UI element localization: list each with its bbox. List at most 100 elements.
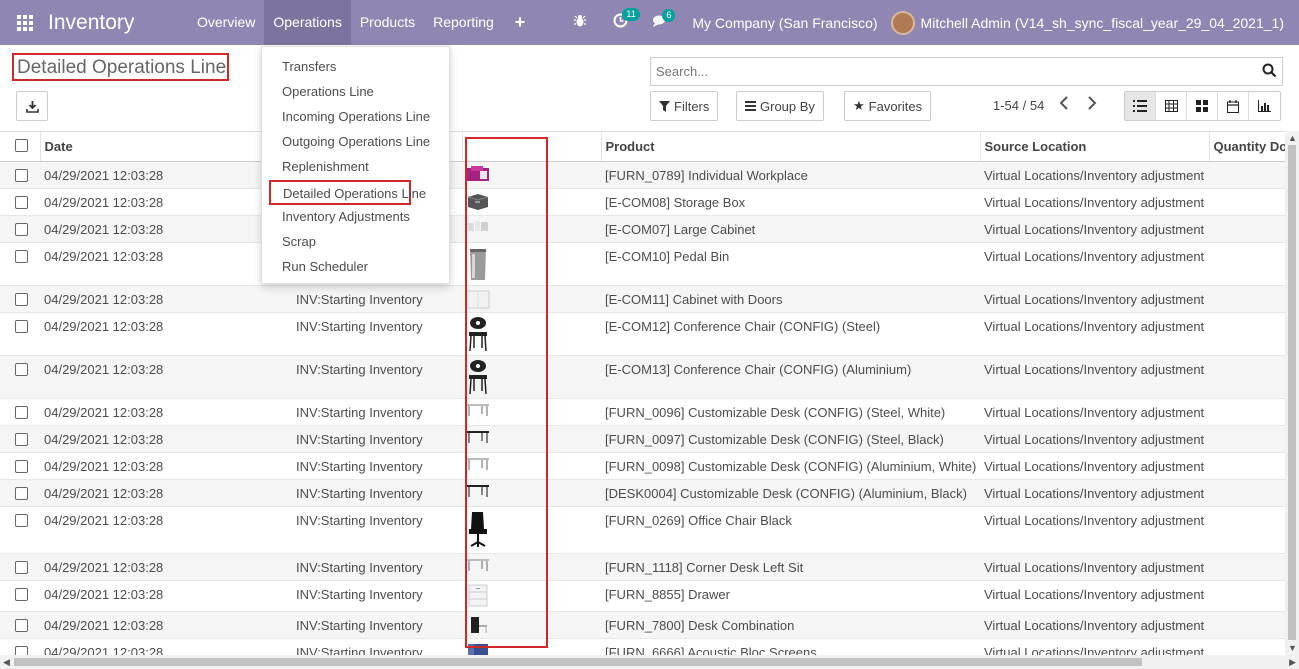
table-row[interactable]: 04/29/2021 12:03:28INV:Starting Inventor… — [0, 311, 1285, 355]
table-row[interactable]: 04/29/2021 12:03:28INV:Starting Inventor… — [0, 637, 1285, 655]
row-checkbox[interactable] — [15, 486, 28, 500]
search-input[interactable] — [651, 58, 1241, 85]
table-row[interactable]: 04/29/2021 12:03:28INV:Starting Inventor… — [0, 552, 1285, 580]
graph-view-icon[interactable] — [1249, 92, 1280, 120]
horizontal-scrollbar[interactable]: ◀ ▶ — [0, 655, 1299, 669]
menu-products[interactable]: Products — [351, 0, 424, 45]
row-select-cell[interactable] — [0, 241, 40, 285]
column-date[interactable]: Date — [39, 132, 292, 162]
column-quantity-done[interactable]: Quantity Do — [1208, 132, 1285, 162]
pivot-view-icon[interactable] — [1156, 92, 1187, 120]
app-name[interactable]: Inventory — [48, 11, 188, 35]
row-checkbox[interactable] — [15, 587, 28, 601]
scroll-right-icon[interactable]: ▶ — [1289, 657, 1296, 668]
table-row[interactable]: 04/29/2021 12:03:28INV:Starting Inventor… — [0, 505, 1285, 553]
table-row[interactable]: 04/29/2021 12:03:28INV:Starting Inventor… — [0, 478, 1285, 506]
menu-item-scrap[interactable]: Scrap — [262, 230, 449, 255]
menu-operations[interactable]: Operations — [264, 0, 351, 45]
add-menu-icon[interactable]: + — [503, 0, 538, 45]
vertical-scrollbar[interactable]: ▲ ▼ — [1285, 131, 1299, 655]
menu-overview[interactable]: Overview — [188, 0, 264, 45]
column-image[interactable] — [461, 132, 601, 162]
table-row[interactable]: 04/29/2021 12:03:28INV:Starting Inventor… — [0, 214, 1285, 242]
debug-bug-icon[interactable] — [565, 14, 595, 32]
row-checkbox[interactable] — [15, 362, 28, 376]
company-switcher[interactable]: My Company (San Francisco) — [692, 15, 877, 31]
export-button[interactable] — [16, 91, 48, 121]
select-all-header[interactable] — [0, 132, 40, 162]
row-select-cell[interactable] — [0, 451, 40, 479]
group-by-button[interactable]: Group By — [736, 91, 824, 121]
row-checkbox[interactable] — [15, 249, 28, 263]
menu-reporting[interactable]: Reporting — [424, 0, 503, 45]
table-row[interactable]: 04/29/2021 12:03:28INV:Starting Inventor… — [0, 187, 1285, 215]
row-select-cell[interactable] — [0, 505, 40, 553]
row-checkbox[interactable] — [15, 168, 28, 182]
pager-previous-icon[interactable] — [1059, 96, 1069, 114]
menu-item-transfers[interactable]: Transfers — [262, 55, 449, 80]
row-checkbox[interactable] — [15, 645, 28, 655]
row-select-cell[interactable] — [0, 579, 40, 611]
row-select-cell[interactable] — [0, 187, 40, 215]
horizontal-scroll-thumb[interactable] — [14, 658, 1142, 666]
row-select-cell[interactable] — [0, 478, 40, 506]
cell-product-image — [462, 451, 601, 479]
row-checkbox[interactable] — [15, 618, 28, 632]
calendar-view-icon[interactable] — [1218, 92, 1249, 120]
vertical-scroll-thumb[interactable] — [1288, 145, 1296, 640]
row-checkbox[interactable] — [15, 513, 28, 527]
column-product[interactable]: Product — [600, 132, 980, 162]
table-row[interactable]: 04/29/2021 12:03:28INV:Starting Inventor… — [0, 241, 1285, 285]
row-select-cell[interactable] — [0, 311, 40, 355]
apps-menu-icon[interactable] — [10, 14, 40, 31]
user-avatar[interactable] — [890, 10, 915, 35]
row-select-cell[interactable] — [0, 160, 40, 188]
table-row[interactable]: 04/29/2021 12:03:28INV:Starting Inventor… — [0, 610, 1285, 638]
user-menu[interactable]: Mitchell Admin (V14_sh_sync_fiscal_year_… — [921, 15, 1284, 31]
menu-item-detailed-operations-line[interactable]: Detailed Operations Line — [269, 180, 426, 205]
menu-item-replenishment[interactable]: Replenishment — [262, 155, 449, 180]
row-checkbox[interactable] — [15, 222, 28, 236]
row-checkbox[interactable] — [15, 195, 28, 209]
row-select-cell[interactable] — [0, 637, 40, 655]
menu-item-incoming-operations-line[interactable]: Incoming Operations Line — [262, 105, 449, 130]
scroll-down-icon[interactable]: ▼ — [1288, 643, 1297, 653]
messages-chat-icon[interactable]: 6 — [645, 8, 676, 32]
row-checkbox[interactable] — [15, 405, 28, 419]
menu-item-operations-line[interactable]: Operations Line — [262, 80, 449, 105]
row-select-cell[interactable] — [0, 397, 40, 425]
table-row[interactable]: 04/29/2021 12:03:28INV:Starting Inventor… — [0, 160, 1285, 188]
kanban-view-icon[interactable] — [1187, 92, 1218, 120]
table-row[interactable]: 04/29/2021 12:03:28INV:Starting Inventor… — [0, 284, 1285, 312]
scroll-up-icon[interactable]: ▲ — [1288, 133, 1297, 143]
favorites-button[interactable]: ★ Favorites — [844, 91, 932, 121]
row-checkbox[interactable] — [15, 432, 28, 446]
row-checkbox[interactable] — [15, 292, 28, 306]
select-all-checkbox[interactable] — [15, 138, 28, 152]
menu-item-run-scheduler[interactable]: Run Scheduler — [262, 255, 449, 280]
menu-item-inventory-adjustments[interactable]: Inventory Adjustments — [262, 205, 449, 230]
filters-button[interactable]: Filters — [650, 91, 719, 121]
search-icon[interactable] — [1262, 63, 1277, 81]
pager-value[interactable]: 1-54 / 54 — [993, 98, 1044, 113]
table-row[interactable]: 04/29/2021 12:03:28INV:Starting Inventor… — [0, 451, 1285, 479]
table-row[interactable]: 04/29/2021 12:03:28INV:Starting Inventor… — [0, 424, 1285, 452]
column-source-location[interactable]: Source Location — [979, 132, 1209, 162]
row-select-cell[interactable] — [0, 284, 40, 312]
row-select-cell[interactable] — [0, 354, 40, 398]
row-select-cell[interactable] — [0, 424, 40, 452]
row-checkbox[interactable] — [15, 459, 28, 473]
row-checkbox[interactable] — [15, 319, 28, 333]
row-select-cell[interactable] — [0, 610, 40, 638]
row-select-cell[interactable] — [0, 214, 40, 242]
table-row[interactable]: 04/29/2021 12:03:28INV:Starting Inventor… — [0, 579, 1285, 611]
activity-clock-icon[interactable]: 11 — [605, 8, 640, 32]
row-select-cell[interactable] — [0, 552, 40, 580]
scroll-left-icon[interactable]: ◀ — [3, 657, 10, 668]
menu-item-outgoing-operations-line[interactable]: Outgoing Operations Line — [262, 130, 449, 155]
list-view-icon[interactable] — [1125, 92, 1156, 120]
row-checkbox[interactable] — [15, 560, 28, 574]
pager-next-icon[interactable] — [1087, 96, 1097, 114]
table-row[interactable]: 04/29/2021 12:03:28INV:Starting Inventor… — [0, 397, 1285, 425]
table-row[interactable]: 04/29/2021 12:03:28INV:Starting Inventor… — [0, 354, 1285, 398]
